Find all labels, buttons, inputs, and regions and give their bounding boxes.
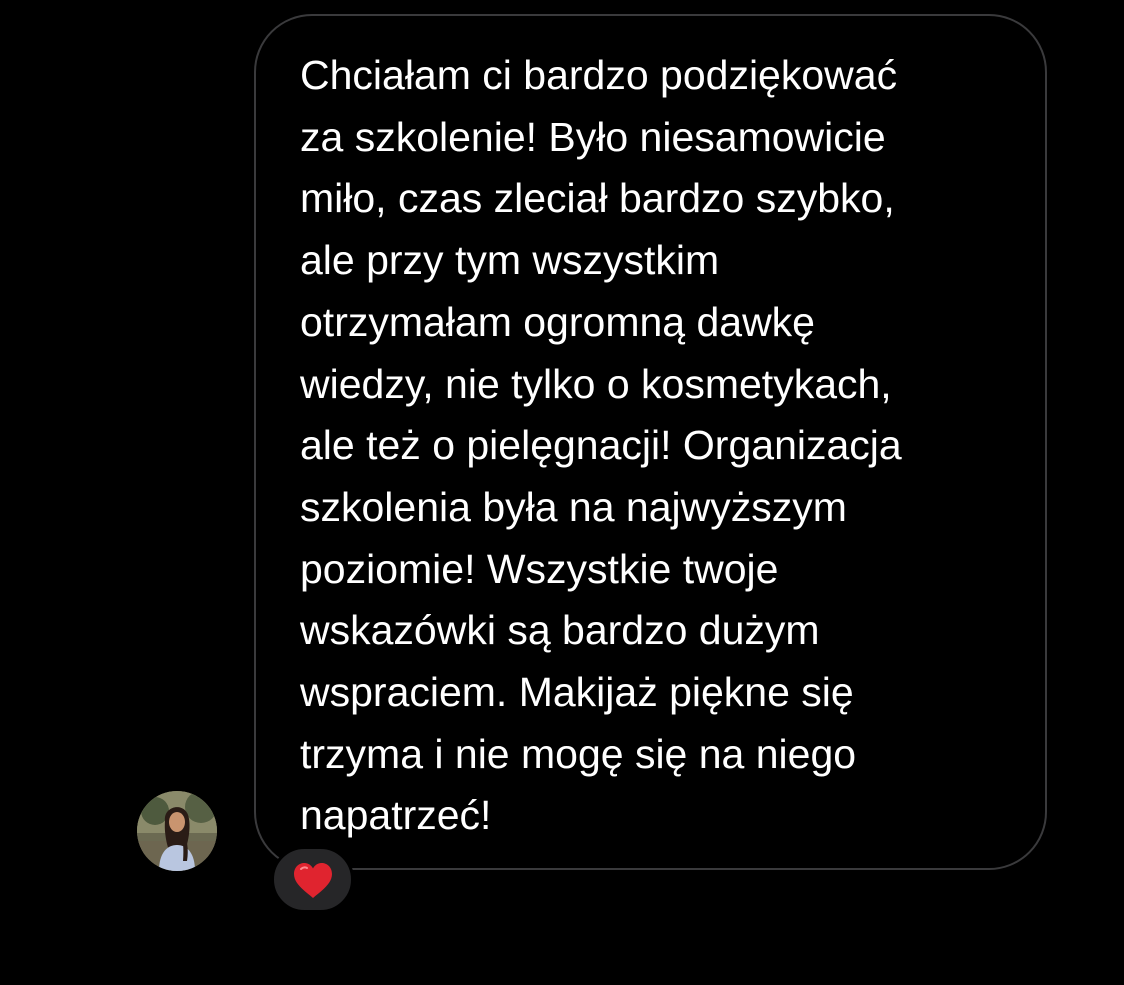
message-line: miło, czas zleciał bardzo szybko, bbox=[300, 175, 895, 222]
message-text: Chciałam ci bardzo podziękować za szkole… bbox=[300, 45, 1040, 847]
message-line: trzyma i nie mogę się na niego bbox=[300, 730, 857, 777]
sender-avatar[interactable] bbox=[137, 791, 217, 871]
message-line: poziomie! Wszystkie twoje bbox=[300, 545, 779, 592]
message-line: wskazówki są bardzo dużym bbox=[300, 607, 820, 654]
message-line: ale przy tym wszystkim bbox=[300, 237, 720, 284]
message-line: ale też o pielęgnacji! Organizacja bbox=[300, 422, 902, 469]
message-line: wiedzy, nie tylko o kosmetykach, bbox=[300, 360, 892, 407]
message-line: napatrzeć! bbox=[300, 792, 492, 839]
message-line: otrzymałam ogromną dawkę bbox=[300, 298, 815, 345]
profile-photo-icon bbox=[137, 791, 217, 871]
message-thread: Chciałam ci bardzo podziękować za szkole… bbox=[0, 0, 1124, 985]
message-line: za szkolenie! Było niesamowicie bbox=[300, 113, 886, 160]
reaction-badge[interactable] bbox=[271, 846, 354, 913]
message-line: Chciałam ci bardzo podziękować bbox=[300, 52, 898, 98]
message-line: wspraciem. Makijaż piękne się bbox=[300, 669, 854, 716]
red-heart-icon bbox=[294, 863, 332, 898]
message-line: szkolenia była na najwyższym bbox=[300, 483, 847, 530]
